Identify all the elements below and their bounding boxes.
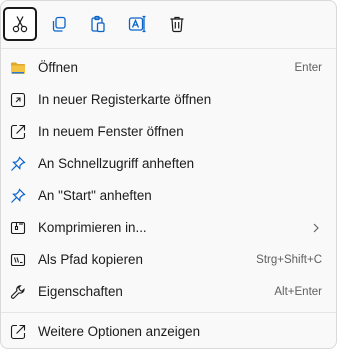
menu-item-shortcut: Strg+Shift+C — [256, 254, 322, 266]
more-options-icon — [10, 324, 26, 340]
folder-icon — [10, 60, 26, 76]
menu-item-label: An Schnellzugriff anheften — [38, 156, 195, 171]
new-window-icon — [10, 124, 26, 140]
menu-item-label: In neuem Fenster öffnen — [38, 124, 184, 139]
paste-button[interactable] — [81, 7, 115, 41]
paste-icon — [91, 15, 105, 33]
menu-item-label: Weitere Optionen anzeigen — [38, 324, 201, 339]
menu-item-properties[interactable]: Eigenschaften Alt+Enter — [1, 276, 336, 308]
menu-item-compress[interactable]: Komprimieren in... — [1, 212, 336, 244]
pin-icon — [10, 188, 26, 204]
menu-item-label: Als Pfad kopieren — [38, 252, 143, 267]
pin-icon — [10, 156, 26, 172]
menu-item-label: An "Start" anheften — [38, 188, 152, 203]
new-tab-icon — [10, 92, 26, 108]
chevron-right-icon — [310, 222, 322, 234]
menu-item-pin-start[interactable]: An "Start" anheften — [1, 180, 336, 212]
context-menu-toolbar — [1, 1, 336, 47]
menu-item-label: Komprimieren in... — [38, 220, 147, 235]
menu-item-shortcut: Enter — [294, 62, 323, 74]
toolbar-separator — [1, 48, 336, 49]
rename-icon — [128, 15, 146, 33]
menu-item-pin-quick-access[interactable]: An Schnellzugriff anheften — [1, 148, 336, 180]
zip-icon — [10, 220, 26, 236]
menu-item-open-new-window[interactable]: In neuem Fenster öffnen — [1, 116, 336, 148]
cut-icon — [12, 16, 28, 33]
menu-item-label: Eigenschaften — [38, 284, 123, 299]
menu-item-open[interactable]: Öffnen Enter — [1, 52, 336, 84]
menu-item-shortcut: Alt+Enter — [274, 286, 322, 298]
menu-item-label: Öffnen — [38, 60, 78, 75]
menu-item-show-more-options[interactable]: Weitere Optionen anzeigen — [1, 316, 336, 348]
cut-button[interactable] — [3, 7, 37, 41]
menu-item-copy-as-path[interactable]: Als Pfad kopieren Strg+Shift+C — [1, 244, 336, 276]
more-options-separator — [1, 312, 336, 313]
copy-icon — [52, 16, 66, 32]
wrench-icon — [10, 284, 26, 300]
delete-icon — [170, 16, 184, 33]
copy-path-icon — [10, 252, 26, 268]
menu-item-open-new-tab[interactable]: In neuer Registerkarte öffnen — [1, 84, 336, 116]
menu-item-label: In neuer Registerkarte öffnen — [38, 92, 212, 107]
delete-button[interactable] — [160, 7, 194, 41]
rename-button[interactable] — [120, 7, 154, 41]
copy-button[interactable] — [42, 7, 76, 41]
context-menu: Öffnen Enter In neuer Registerkarte öffn… — [0, 0, 337, 349]
